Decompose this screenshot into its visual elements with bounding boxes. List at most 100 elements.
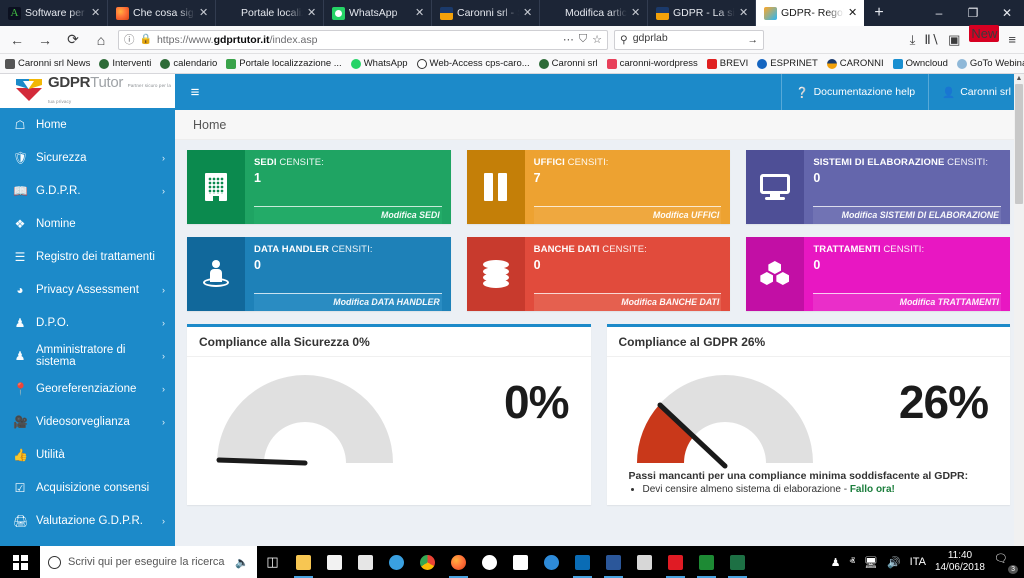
missing-step-link[interactable]: Fallo ora! bbox=[850, 484, 895, 495]
documentation-help-button[interactable]: ❔ Documentazione help bbox=[781, 74, 928, 110]
search-go-icon[interactable]: → bbox=[748, 34, 759, 46]
user-menu-button[interactable]: 👤 Caronni srl bbox=[928, 74, 1024, 110]
taskbar-app-sticky-notes[interactable] bbox=[629, 546, 660, 578]
sidebar-item-acquisizione-consensi[interactable]: ☑ Acquisizione consensi bbox=[0, 471, 175, 504]
sidebar-item-amministratore-sistema[interactable]: ♟ Amministratore di sistema › bbox=[0, 339, 175, 372]
browser-tab[interactable]: WhatsApp ✕ bbox=[324, 0, 432, 26]
bookmark-item[interactable]: Caronni srl bbox=[538, 58, 598, 69]
sidebar-item-nomine[interactable]: ❖ Nomine bbox=[0, 207, 175, 240]
scroll-up-arrow-icon[interactable]: ▲ bbox=[1014, 74, 1024, 84]
bookmark-item[interactable]: calendario bbox=[160, 58, 217, 69]
taskbar-app-anydesk[interactable] bbox=[474, 546, 505, 578]
close-icon[interactable]: ✕ bbox=[631, 7, 641, 19]
bookmark-item[interactable]: GoTo Webinar bbox=[956, 58, 1024, 69]
taskbar-app-calculator[interactable] bbox=[350, 546, 381, 578]
stat-card-footer-link[interactable]: Modifica DATA HANDLER bbox=[254, 293, 442, 311]
search-bar[interactable]: ⚲ gdprlab → bbox=[614, 29, 764, 50]
taskbar-app-mail[interactable] bbox=[505, 546, 536, 578]
taskbar-app-edge[interactable] bbox=[536, 546, 567, 578]
close-icon[interactable]: ✕ bbox=[199, 7, 209, 19]
bookmark-item[interactable]: Caronni srl News bbox=[5, 58, 90, 69]
close-icon[interactable]: ✕ bbox=[523, 7, 533, 19]
forward-button[interactable]: → bbox=[34, 29, 56, 51]
taskbar-app-green-l[interactable] bbox=[691, 546, 722, 578]
scrollbar-thumb[interactable] bbox=[1015, 84, 1023, 204]
close-icon[interactable]: ✕ bbox=[848, 7, 858, 19]
close-icon[interactable]: ✕ bbox=[91, 7, 101, 19]
browser-tab[interactable]: Modifica articolo ‹ C ✕ bbox=[540, 0, 648, 26]
sidebar-item-valutazione-gdpr[interactable]: 🖨 Valutazione G.D.P.R. › bbox=[0, 504, 175, 537]
browser-tab[interactable]: GDPR - La sicur ✕ bbox=[648, 0, 756, 26]
microphone-icon[interactable]: 🔈 bbox=[235, 556, 249, 569]
bookmark-item[interactable]: Portale localizzazione ... bbox=[226, 58, 342, 69]
taskbar-app-excel[interactable] bbox=[722, 546, 753, 578]
sidebar-item-dpo[interactable]: ♟ D.P.O. › bbox=[0, 306, 175, 339]
sidebar-item-sicurezza[interactable]: 🛡 Sicurezza › bbox=[0, 141, 175, 174]
stat-card-footer-link[interactable]: Modifica SISTEMI DI ELABORAZIONE bbox=[813, 206, 1002, 224]
bookmark-item[interactable]: Web-Access cps-caro... bbox=[416, 58, 530, 69]
bookmark-item[interactable]: Owncloud bbox=[892, 58, 948, 69]
library-icon[interactable]: Ⅱ∖ bbox=[924, 32, 939, 48]
back-button[interactable]: ← bbox=[6, 29, 28, 51]
browser-tab[interactable]: Portale localizzazion ✕ bbox=[216, 0, 324, 26]
new-tab-button[interactable]: + bbox=[864, 0, 894, 26]
close-icon[interactable]: ✕ bbox=[739, 7, 749, 19]
volume-icon[interactable]: 🔊 bbox=[887, 556, 901, 569]
bookmark-item[interactable]: WhatsApp bbox=[350, 58, 408, 69]
people-icon[interactable]: ♟ bbox=[831, 556, 841, 569]
reload-button[interactable]: ⟳ bbox=[62, 29, 84, 51]
stat-card-footer-link[interactable]: Modifica BANCHE DATI bbox=[533, 293, 722, 311]
stat-card-footer-link[interactable]: Modifica UFFICI bbox=[533, 206, 722, 224]
language-indicator[interactable]: ITA bbox=[910, 556, 926, 568]
stat-card-trattamenti[interactable]: TRATTAMENTI CENSITI: 0 Modifica TRATTAME… bbox=[746, 237, 1011, 311]
stat-card-sedi[interactable]: SEDI CENSITE: 1 Modifica SEDI bbox=[187, 150, 451, 224]
address-bar[interactable]: ⓘ 🔒 https://www.gdprtutor.it/index.asp ⋯… bbox=[118, 29, 608, 50]
browser-tab[interactable]: A Software per H... ✕ bbox=[0, 0, 108, 26]
downloads-icon[interactable]: ⤓ bbox=[910, 32, 916, 48]
browser-tab[interactable]: Caronni srl - Sis ✕ bbox=[432, 0, 540, 26]
bookmark-item[interactable]: caronni-wordpress bbox=[606, 58, 698, 69]
stat-card-banche-dati[interactable]: BANCHE DATI CENSITE: 0 Modifica BANCHE D… bbox=[466, 237, 731, 311]
page-scrollbar[interactable]: ▲ ▼ bbox=[1014, 74, 1024, 578]
taskbar-app-word[interactable] bbox=[598, 546, 629, 578]
taskbar-app-microsoft-store[interactable] bbox=[319, 546, 350, 578]
bookmark-item[interactable]: BREVI bbox=[706, 58, 748, 69]
stat-card-sistemi-elaborazione[interactable]: SISTEMI DI ELABORAZIONE CENSITI: 0 Modif… bbox=[746, 150, 1011, 224]
sidebar-item-privacy-assessment[interactable]: ◕ Privacy Assessment › bbox=[0, 273, 175, 306]
browser-menu-icon[interactable]: ≡ bbox=[1008, 32, 1016, 47]
bookmark-item[interactable]: CARONNI bbox=[826, 58, 884, 69]
task-view-button[interactable]: ◫ bbox=[257, 546, 288, 578]
sidebar-item-gdpr[interactable]: 📖 G.D.P.R. › bbox=[0, 174, 175, 207]
bookmark-item[interactable]: Interventi bbox=[99, 58, 151, 69]
taskbar-app-onenote-red[interactable] bbox=[660, 546, 691, 578]
stat-card-uffici[interactable]: UFFICI CENSITI: 7 Modifica UFFICI bbox=[466, 150, 731, 224]
bookmark-item[interactable]: ESPRINET bbox=[757, 58, 818, 69]
taskbar-app-chrome[interactable] bbox=[412, 546, 443, 578]
stat-card-footer-link[interactable]: Modifica TRATTAMENTI bbox=[813, 293, 1002, 311]
notification-icon[interactable]: 🗨 3 bbox=[994, 552, 1018, 574]
sidebar-item-georeferenziazione[interactable]: 📍 Georeferenziazione › bbox=[0, 372, 175, 405]
shield-icon[interactable]: ⛉ bbox=[579, 33, 587, 46]
sidebar-item-videosorveglianza[interactable]: 🎥 Videosorveglianza › bbox=[0, 405, 175, 438]
hamburger-menu-icon[interactable]: ≡ bbox=[175, 74, 215, 110]
browser-tab-bar[interactable]: A Software per H... ✕ Che cosa signifi ✕… bbox=[0, 0, 1024, 26]
page-actions-icon[interactable]: ⋯ bbox=[563, 33, 574, 46]
stat-card-footer-link[interactable]: Modifica SEDI bbox=[254, 206, 442, 224]
taskbar-app-firefox[interactable] bbox=[443, 546, 474, 578]
taskbar-app-outlook[interactable] bbox=[567, 546, 598, 578]
close-icon[interactable]: ✕ bbox=[307, 7, 317, 19]
search-input-value[interactable]: gdprlab bbox=[633, 32, 743, 47]
sidebar-item-home[interactable]: ☖ Home bbox=[0, 108, 175, 141]
minimize-button[interactable]: – bbox=[922, 0, 956, 26]
restore-button[interactable]: ❐ bbox=[956, 0, 990, 26]
taskbar-app-paint[interactable] bbox=[381, 546, 412, 578]
bookmark-star-icon[interactable]: ☆ bbox=[592, 33, 602, 46]
clock[interactable]: 11:40 14/06/2018 bbox=[935, 550, 985, 574]
home-button[interactable]: ⌂ bbox=[90, 29, 112, 51]
browser-tab[interactable]: Che cosa signifi ✕ bbox=[108, 0, 216, 26]
sidebar-toggle-icon[interactable]: ▣ bbox=[948, 32, 960, 48]
network-icon[interactable]: 🖥 bbox=[864, 556, 878, 569]
stat-card-data-handler[interactable]: DATA HANDLER CENSITI: 0 Modifica DATA HA… bbox=[187, 237, 451, 311]
chevron-up-icon[interactable]: ⱏ bbox=[850, 556, 855, 569]
sidebar-item-utilita[interactable]: 👍 Utilità bbox=[0, 438, 175, 471]
